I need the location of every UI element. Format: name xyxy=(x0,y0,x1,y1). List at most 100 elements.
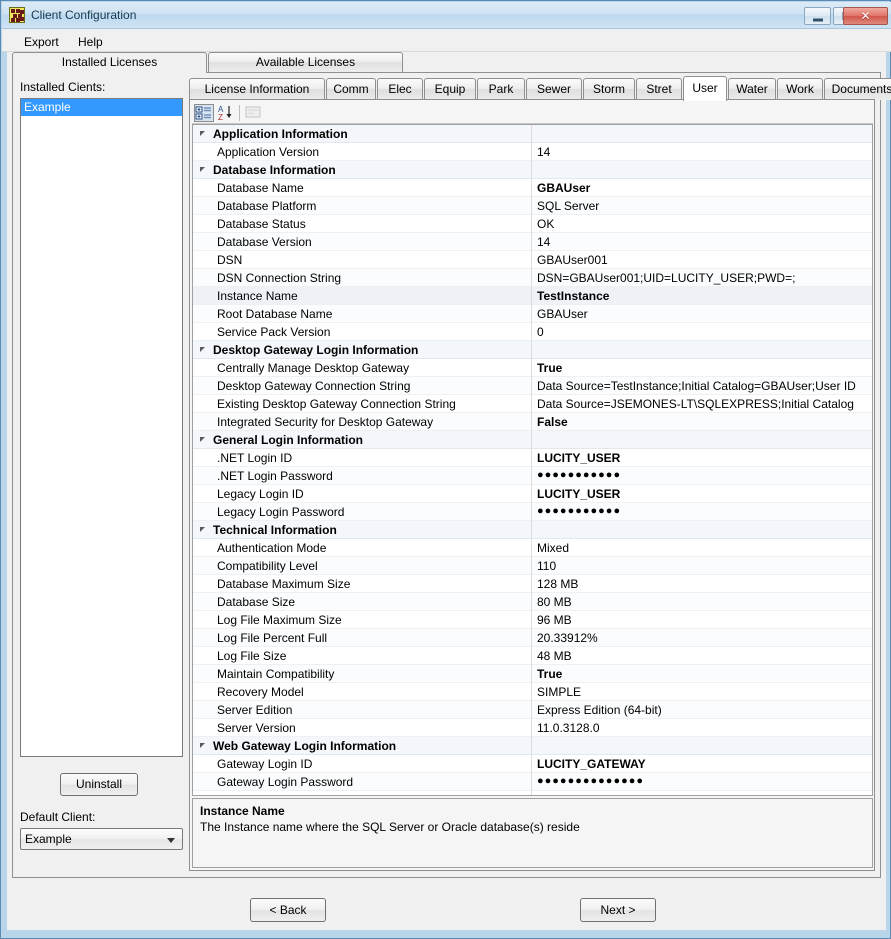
property-row[interactable]: Existing Desktop Gateway Connection Stri… xyxy=(193,395,872,413)
property-row[interactable]: .NET Login IDLUCITY_USER xyxy=(193,449,872,467)
property-row[interactable]: DSN Connection StringDSN=GBAUser001;UID=… xyxy=(193,269,872,287)
tab-installed-licenses[interactable]: Installed Licenses xyxy=(12,52,207,73)
property-category[interactable]: Web Gateway Login Information xyxy=(193,737,872,755)
property-value[interactable]: 11.0.3128.0 xyxy=(537,721,871,735)
property-row[interactable]: Authentication ModeMixed xyxy=(193,539,872,557)
property-pages-button[interactable] xyxy=(244,104,264,122)
tab-user[interactable]: User xyxy=(683,76,727,101)
property-row[interactable]: Legacy Login Password●●●●●●●●●●● xyxy=(193,503,872,521)
property-row[interactable]: Database Size80 MB xyxy=(193,593,872,611)
property-value[interactable]: GBAUser001 xyxy=(537,253,871,267)
property-value[interactable]: Data Source=JSEMONES-LT\SQLEXPRESS;Initi… xyxy=(537,397,871,411)
tab-elec[interactable]: Elec xyxy=(377,78,423,100)
property-value[interactable]: SIMPLE xyxy=(537,685,871,699)
tab-available-licenses[interactable]: Available Licenses xyxy=(208,52,403,72)
property-value[interactable]: 14 xyxy=(537,235,871,249)
property-row[interactable]: Gateway Login IDLUCITY_GATEWAY xyxy=(193,755,872,773)
property-value[interactable]: DSN=GBAUser001;UID=LUCITY_USER;PWD=; xyxy=(537,271,871,285)
property-row[interactable]: Compatibility Level110 xyxy=(193,557,872,575)
property-grid-splitter[interactable] xyxy=(531,125,532,795)
property-row[interactable]: .NET Login Password●●●●●●●●●●● xyxy=(193,467,872,485)
property-row[interactable]: Service Pack Version0 xyxy=(193,323,872,341)
back-button[interactable]: < Back xyxy=(250,898,326,922)
property-row[interactable]: Database StatusOK xyxy=(193,215,872,233)
tab-water[interactable]: Water xyxy=(728,78,776,100)
property-value[interactable]: ●●●●●●●●●●●●●● xyxy=(537,775,871,787)
property-grid[interactable]: Application InformationApplication Versi… xyxy=(192,124,873,796)
property-category[interactable]: Desktop Gateway Login Information xyxy=(193,341,872,359)
property-value[interactable]: 14 xyxy=(537,145,871,159)
collapse-triangle-icon[interactable] xyxy=(200,743,205,748)
property-row[interactable]: Recovery ModelSIMPLE xyxy=(193,683,872,701)
default-client-dropdown[interactable]: Example xyxy=(20,828,183,850)
property-value[interactable]: 96 MB xyxy=(537,613,871,627)
property-value[interactable]: 128 MB xyxy=(537,577,871,591)
property-row[interactable]: Legacy Login IDLUCITY_USER xyxy=(193,485,872,503)
tab-work[interactable]: Work xyxy=(777,78,823,100)
property-row[interactable]: Database NameGBAUser xyxy=(193,179,872,197)
property-row[interactable]: Desktop Gateway Connection StringData So… xyxy=(193,377,872,395)
property-row[interactable]: DSNGBAUser001 xyxy=(193,251,872,269)
property-row[interactable]: Log File Maximum Size96 MB xyxy=(193,611,872,629)
property-value[interactable]: LUCITY_USER xyxy=(537,487,871,501)
tab-license-information[interactable]: License Information xyxy=(189,78,325,100)
categorized-view-button[interactable] xyxy=(194,104,214,122)
property-value[interactable]: False xyxy=(537,415,871,429)
property-row[interactable]: Server Version11.0.3128.0 xyxy=(193,719,872,737)
property-value[interactable]: ●●●●●●●●●●● xyxy=(537,469,871,481)
property-row[interactable]: Maintain CompatibilityTrue xyxy=(193,665,872,683)
tab-documents[interactable]: Documents xyxy=(824,78,891,100)
next-button[interactable]: Next > xyxy=(580,898,656,922)
collapse-triangle-icon[interactable] xyxy=(200,437,205,442)
property-value[interactable]: SQL Server xyxy=(537,199,871,213)
alphabetical-view-button[interactable]: A Z xyxy=(217,104,237,122)
collapse-triangle-icon[interactable] xyxy=(200,167,205,172)
property-category[interactable]: General Login Information xyxy=(193,431,872,449)
property-value[interactable]: 80 MB xyxy=(537,595,871,609)
property-row[interactable]: Gateway Login Password●●●●●●●●●●●●●● xyxy=(193,773,872,791)
property-value[interactable]: OK xyxy=(537,217,871,231)
property-row[interactable]: Log File Size48 MB xyxy=(193,647,872,665)
close-button[interactable]: ✕ xyxy=(843,7,888,25)
tab-park[interactable]: Park xyxy=(477,78,525,100)
tab-stret[interactable]: Stret xyxy=(636,78,682,100)
menu-item-export[interactable]: Export xyxy=(16,33,67,51)
property-value[interactable]: ●●●●●●●●●●● xyxy=(537,505,871,517)
property-row[interactable]: Integrated Security for Desktop GatewayF… xyxy=(193,413,872,431)
property-row[interactable]: Root Database NameGBAUser xyxy=(193,305,872,323)
property-value[interactable]: Express Edition (64-bit) xyxy=(537,703,871,717)
property-row[interactable]: Instance NameTestInstance xyxy=(193,287,872,305)
property-value[interactable]: True xyxy=(537,361,871,375)
collapse-triangle-icon[interactable] xyxy=(200,131,205,136)
property-row[interactable]: Server EditionExpress Edition (64-bit) xyxy=(193,701,872,719)
property-value[interactable]: GBAUser xyxy=(537,307,871,321)
property-value[interactable]: 20.33912% xyxy=(537,631,871,645)
property-value[interactable]: TestInstance xyxy=(537,289,871,303)
tab-comm[interactable]: Comm xyxy=(326,78,376,100)
tab-sewer[interactable]: Sewer xyxy=(526,78,582,100)
uninstall-button[interactable]: Uninstall xyxy=(60,773,138,796)
property-row[interactable]: Database PlatformSQL Server xyxy=(193,197,872,215)
property-value[interactable]: 48 MB xyxy=(537,649,871,663)
property-row[interactable]: Database Maximum Size128 MB xyxy=(193,575,872,593)
property-value[interactable]: GBAUser xyxy=(537,181,871,195)
property-row[interactable]: Application Version14 xyxy=(193,143,872,161)
property-value[interactable]: True xyxy=(537,667,871,681)
property-value[interactable]: 0 xyxy=(537,325,871,339)
tab-equip[interactable]: Equip xyxy=(424,78,476,100)
minimize-button[interactable] xyxy=(804,7,831,25)
property-row[interactable]: Centrally Manage Desktop GatewayTrue xyxy=(193,359,872,377)
property-value[interactable]: LUCITY_USER xyxy=(537,451,871,465)
menu-item-help[interactable]: Help xyxy=(70,33,111,51)
property-value[interactable]: Data Source=TestInstance;Initial Catalog… xyxy=(537,379,871,393)
property-row[interactable]: Database Version14 xyxy=(193,233,872,251)
collapse-triangle-icon[interactable] xyxy=(200,347,205,352)
property-category[interactable]: Database Information xyxy=(193,161,872,179)
property-value[interactable]: 110 xyxy=(537,559,871,573)
installed-clients-list[interactable]: Example xyxy=(20,98,183,757)
property-row[interactable]: Log File Percent Full20.33912% xyxy=(193,629,872,647)
list-item[interactable]: Example xyxy=(21,99,182,116)
property-value[interactable]: LUCITY_GATEWAY xyxy=(537,757,871,771)
tab-storm[interactable]: Storm xyxy=(583,78,635,100)
collapse-triangle-icon[interactable] xyxy=(200,527,205,532)
